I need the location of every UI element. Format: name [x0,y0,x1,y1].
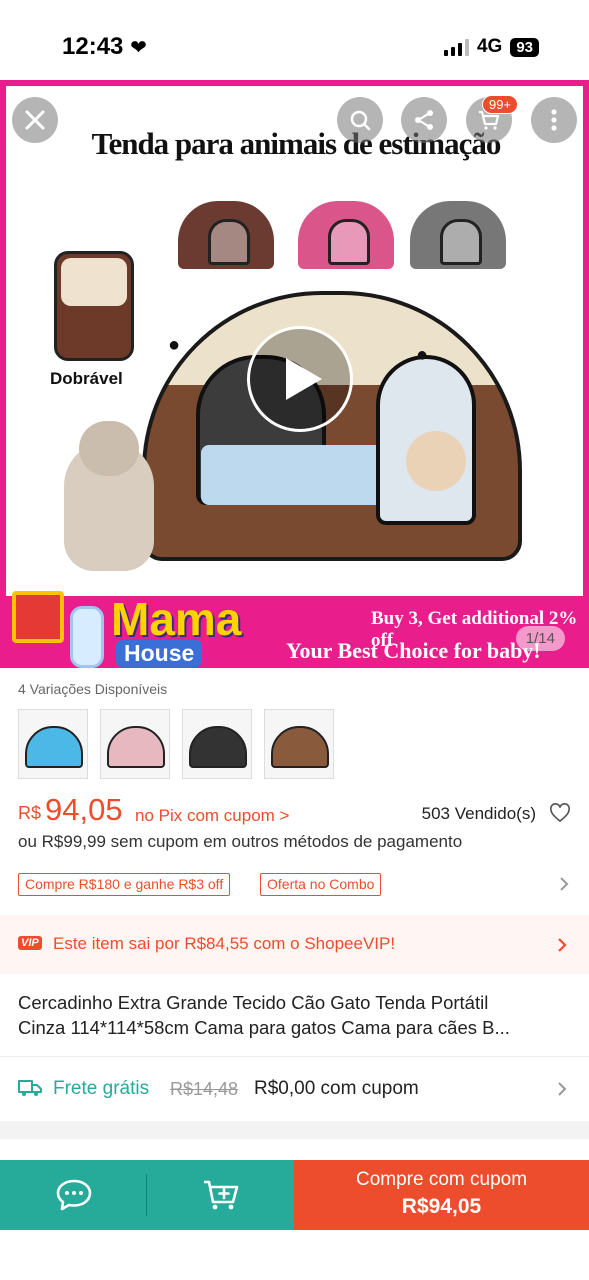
close-button[interactable] [12,97,58,143]
shipping-old-price: R$14,48 [170,1079,239,1099]
share-icon [415,110,433,130]
vip-row[interactable]: VIP Este item sai por R$84,55 com o Shop… [0,915,589,974]
more-icon [551,109,557,131]
price-row: R$ 94,05 no Pix com cupom > 503 Vendido(… [18,792,573,832]
promo-tag[interactable]: Compre R$180 e ganhe R$3 off [18,873,231,896]
product-image-carousel[interactable]: Tenda para animais de estimação Dobrável… [0,80,589,668]
price-currency: R$ [18,803,42,823]
add-to-cart-icon [203,1180,238,1210]
variation-thumb-black[interactable] [182,709,252,779]
price-value: 94,05 [45,792,123,827]
paw-icon: ● [416,344,429,366]
brand-name: Mama [111,593,242,645]
product-title-line1: Cercadinho Extra Grande Tecido Cão Gato … [18,992,489,1013]
product-title: Cercadinho Extra Grande Tecido Cão Gato … [18,990,573,1040]
heart-outline-icon [550,803,570,823]
bottle-icon [70,606,104,668]
image-search-icon [350,110,371,131]
heart-icon: ❤ [130,37,147,59]
status-time: 12:43 ❤ [62,33,147,61]
pix-coupon-link[interactable]: no Pix com cupom > [135,806,290,826]
share-button[interactable] [401,97,447,143]
variation-thumb-blue[interactable] [18,709,88,779]
chat-icon [56,1179,91,1211]
promo-text-2: Your Best Choice for baby! [286,638,541,663]
cart-count-badge: 99+ [482,95,519,114]
chevron-right-icon [558,938,567,952]
buy-with-coupon-button[interactable]: Compre com cupom R$94,05 [294,1160,589,1230]
free-shipping-label: Frete grátis [53,1078,150,1099]
status-time-text: 12:43 [62,33,124,60]
vip-text: Este item sai por R$84,55 com o ShopeeVI… [53,934,396,953]
kitten-image [406,431,466,491]
add-to-cart-button[interactable] [147,1160,294,1230]
variation-thumb-brown[interactable] [264,709,334,779]
mini-tent-brown [178,201,274,269]
signal-icon [443,38,469,56]
home-indicator-area [0,1230,589,1280]
variations-label: 4 Variações Disponíveis [18,681,168,697]
battery-level: 93 [510,37,539,57]
alt-price-text: ou R$99,99 sem cupom em outros métodos d… [18,832,463,851]
buy-button-price: R$94,05 [401,1195,482,1218]
search-image-button[interactable] [337,97,383,143]
section-gap [0,1121,589,1139]
paw-icon: ● [168,334,181,356]
favorite-button[interactable] [549,803,571,828]
folded-tent [54,251,134,361]
chat-button[interactable] [0,1160,147,1230]
product-title-line2: Cinza 114*114*58cm Cama para gatos Cama … [18,1017,510,1038]
bottom-action-bar: Compre com cupom R$94,05 [0,1160,589,1230]
variation-thumb-pink[interactable] [100,709,170,779]
folded-label: Dobrável [50,369,123,388]
large-tent [142,291,522,561]
buy-button-label: Compre com cupom [355,1169,528,1190]
close-icon [25,110,45,130]
promo-tags-row[interactable]: Compre R$180 e ganhe R$3 off Oferta no C… [18,873,573,897]
brand-name-sub: House [116,640,203,667]
vip-badge: VIP [18,936,42,950]
truck-icon [18,1080,42,1096]
mini-tent-gray [410,201,506,269]
product-image: Tenda para animais de estimação Dobrável… [6,86,583,668]
play-icon [286,358,322,400]
shipping-row[interactable]: Frete grátis R$14,48 R$0,00 com cupom [0,1057,589,1121]
status-indicators: 4G 93 [443,36,539,58]
combo-tag[interactable]: Oferta no Combo [260,873,382,896]
chevron-right-icon [558,1082,567,1096]
status-bar: 12:43 ❤ 4G 93 [0,0,589,80]
play-video-button[interactable] [247,326,353,432]
cat-image [64,421,154,571]
more-options-button[interactable] [531,97,577,143]
shipping-new-price: R$0,00 com cupom [254,1078,419,1099]
gift-icon [12,591,64,643]
variation-thumbnails [18,709,334,779]
network-type: 4G [476,36,503,57]
sold-count: 503 Vendido(s) [421,804,536,823]
mini-tent-pink [298,201,394,269]
chevron-right-icon [560,877,569,891]
image-counter: 1/14 [515,626,565,651]
